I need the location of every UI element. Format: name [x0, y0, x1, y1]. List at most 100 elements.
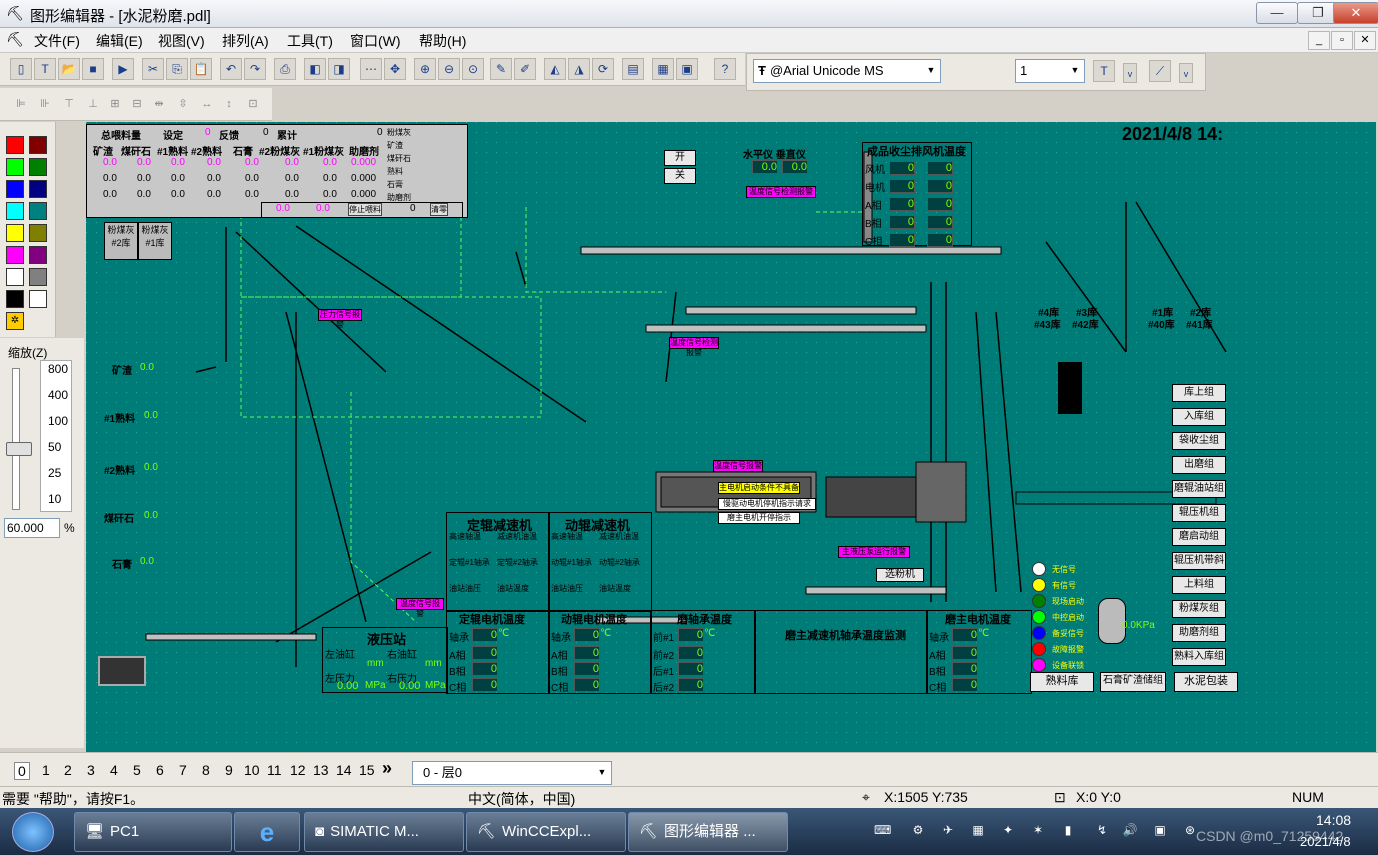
zoom-fit-icon[interactable]: ⊙	[462, 58, 484, 80]
color-swatch-purple[interactable]	[29, 246, 47, 264]
color-swatch-teal[interactable]	[29, 202, 47, 220]
tray-app-icon[interactable]: ✶	[1030, 822, 1046, 838]
redo-icon[interactable]: ↷	[244, 58, 266, 80]
stop-feed-button[interactable]: 停止喂料	[348, 203, 382, 216]
copy-icon[interactable]: ⎘	[166, 58, 188, 80]
color-swatch-black[interactable]	[6, 290, 24, 308]
group-button[interactable]: 磨辊油站组	[1172, 480, 1226, 498]
align-top-icon[interactable]: ⊤	[60, 95, 78, 113]
zoom-out-icon[interactable]: ⊖	[438, 58, 460, 80]
group-button[interactable]: 辊压机带斜	[1172, 552, 1226, 570]
align-bottom-icon[interactable]: ⊥	[84, 95, 102, 113]
alarm-tag[interactable]: 主电机启动条件不具备	[718, 482, 800, 494]
layer-1-tab[interactable]: 1	[42, 762, 50, 778]
taskbar-item-pc1[interactable]: 🖥 PC1	[74, 812, 232, 852]
group-button[interactable]: 袋收尘组	[1172, 432, 1226, 450]
new-template-icon[interactable]: T	[34, 58, 56, 80]
align-right-icon[interactable]: ⊪	[36, 95, 54, 113]
color-swatch-gray[interactable]	[29, 268, 47, 286]
clear-button[interactable]: 清零	[430, 203, 448, 216]
color-swatch-navy[interactable]	[29, 180, 47, 198]
open-icon[interactable]: 📂	[58, 58, 80, 80]
color-swatch-olive[interactable]	[29, 224, 47, 242]
group-button[interactable]: 上料组	[1172, 576, 1226, 594]
center-h-icon[interactable]: ⊞	[106, 95, 124, 113]
mirror-h-icon[interactable]: ◭	[544, 58, 566, 80]
layer-15-tab[interactable]: 15	[359, 762, 375, 778]
color-swatch-lime[interactable]	[6, 158, 24, 176]
layer-14-tab[interactable]: 14	[336, 762, 352, 778]
silo-nav-button[interactable]: 石膏矿渣储组	[1100, 672, 1166, 692]
snap-icon[interactable]: ✥	[384, 58, 406, 80]
font-select[interactable]: Ŧ @Arial Unicode MS ▼	[753, 59, 941, 83]
group-button[interactable]: 助磨剂组	[1172, 624, 1226, 642]
color-swatch-maroon[interactable]	[29, 136, 47, 154]
close-button-hmi[interactable]: 关	[664, 168, 696, 184]
layer-10-tab[interactable]: 10	[244, 762, 260, 778]
group-button[interactable]: 库上组	[1172, 384, 1226, 402]
send-back-icon[interactable]: ◨	[328, 58, 350, 80]
start-button[interactable]	[12, 812, 54, 852]
distribute-v-icon[interactable]: ⇳	[174, 95, 192, 113]
layer-6-tab[interactable]: 6	[156, 762, 164, 778]
menu-view[interactable]: 视图(V)	[156, 31, 207, 51]
alarm-tag[interactable]: 温度信号检测报警	[669, 337, 719, 357]
mdi-minimize-button[interactable]: _	[1308, 31, 1330, 50]
setpoint-value[interactable]: 0	[205, 127, 211, 138]
library-icon[interactable]: ▦	[652, 58, 674, 80]
color-swatch-blue[interactable]	[6, 180, 24, 198]
taskbar-item-simatic[interactable]: ◙ SIMATIC M...	[304, 812, 464, 852]
close-button[interactable]: ✕	[1333, 2, 1378, 24]
zoom-tick[interactable]: 50	[48, 440, 61, 454]
center-v-icon[interactable]: ⊟	[128, 95, 146, 113]
layer-4-tab[interactable]: 4	[110, 762, 118, 778]
alarm-tag[interactable]: 温度信号报警	[396, 598, 444, 618]
zoom-tick[interactable]: 10	[48, 492, 61, 506]
group-button[interactable]: 粉煤灰组	[1172, 600, 1226, 618]
layer-3-tab[interactable]: 3	[87, 762, 95, 778]
bring-front-icon[interactable]: ◧	[304, 58, 326, 80]
network-icon[interactable]: ↯	[1094, 822, 1110, 838]
tray-app-icon[interactable]: ✦	[1000, 822, 1016, 838]
layer-select[interactable]: 0 - 层0 ▼	[412, 761, 612, 785]
zoom-track[interactable]	[12, 368, 20, 510]
same-width-icon[interactable]: ↔	[198, 95, 216, 113]
group-button[interactable]: 磨启动组	[1172, 528, 1226, 546]
zoom-tick[interactable]: 100	[48, 414, 68, 428]
zoom-tick[interactable]: 400	[48, 388, 68, 402]
taskbar-item-wincc[interactable]: ⛏ WinCCExpl...	[466, 812, 626, 852]
menu-window[interactable]: 窗口(W)	[348, 31, 403, 51]
open-button[interactable]: 开	[664, 150, 696, 166]
font-color-dropdown[interactable]: v	[1123, 63, 1137, 83]
layer-8-tab[interactable]: 8	[202, 762, 210, 778]
cut-icon[interactable]: ✂	[142, 58, 164, 80]
group-button[interactable]: 熟料入库组	[1172, 648, 1226, 666]
alarm-tag[interactable]: 压力信号报警	[318, 309, 362, 329]
mdi-restore-button[interactable]: ▫	[1331, 31, 1353, 50]
zoom-thumb[interactable]	[6, 442, 32, 456]
same-size-icon[interactable]: ⊡	[244, 95, 262, 113]
alarm-tag[interactable]: 温度信号报警	[713, 460, 763, 472]
help-pointer-icon[interactable]: ?	[714, 58, 736, 80]
silo-nav-button[interactable]: 水泥包装	[1174, 672, 1238, 692]
line-color-dropdown[interactable]: v	[1179, 63, 1193, 83]
menu-file[interactable]: 文件(F)	[32, 31, 82, 51]
zoom-value-field[interactable]: 60.000	[4, 518, 60, 538]
color-swatch-cyan[interactable]	[6, 202, 24, 220]
taskbar-item-ie[interactable]: e	[234, 812, 300, 852]
image-icon[interactable]: ▣	[676, 58, 698, 80]
new-icon[interactable]: ▯	[10, 58, 32, 80]
tray-app-icon[interactable]: ▣	[1152, 822, 1168, 838]
layer-13-tab[interactable]: 13	[313, 762, 329, 778]
volume-icon[interactable]: 🔊	[1122, 822, 1138, 838]
keyboard-icon[interactable]: ⌨	[874, 822, 891, 838]
layer-11-tab[interactable]: 11	[267, 762, 282, 778]
grid-icon[interactable]: ⋯	[360, 58, 382, 80]
zoom-tick[interactable]: 25	[48, 466, 61, 480]
alarm-tag[interactable]: 主液压泵运行报警	[838, 546, 910, 558]
menu-edit[interactable]: 编辑(E)	[94, 31, 145, 51]
layer-12-tab[interactable]: 12	[290, 762, 306, 778]
layer-7-tab[interactable]: 7	[179, 762, 187, 778]
battery-icon[interactable]: ▮	[1060, 822, 1076, 838]
rotate-icon[interactable]: ⟳	[592, 58, 614, 80]
